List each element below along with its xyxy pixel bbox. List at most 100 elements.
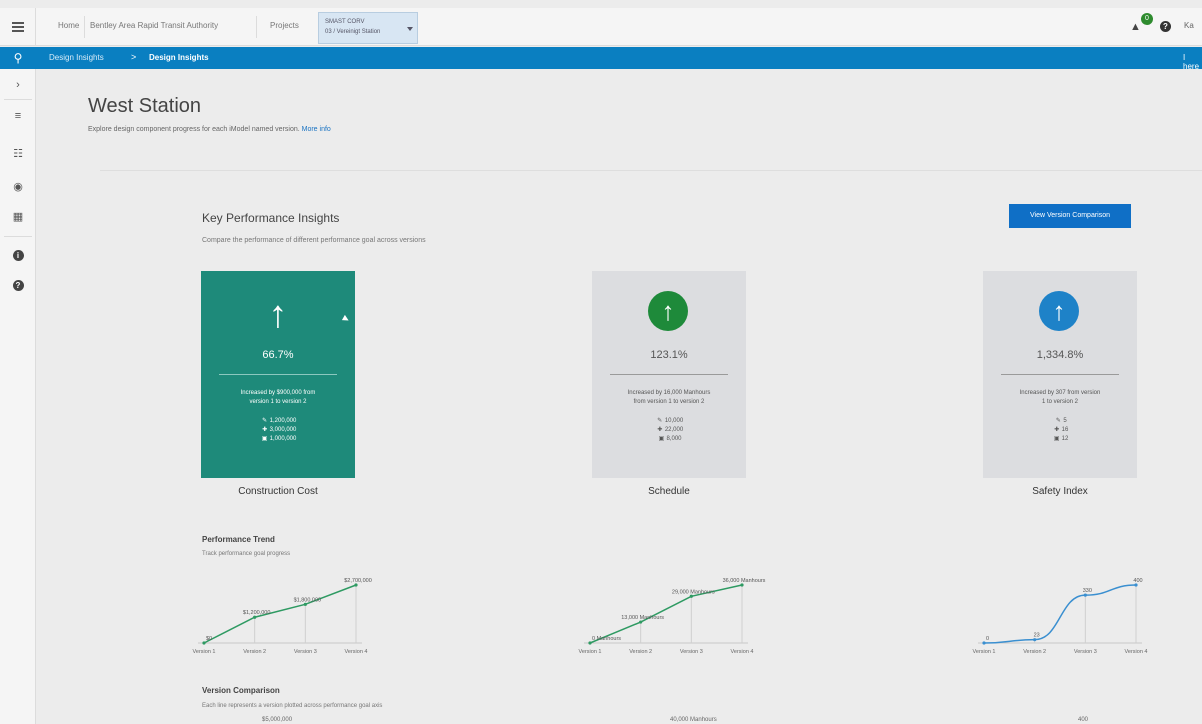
trend-x-tick-label: Version 2 [629,649,652,655]
breadcrumb-root[interactable]: Design Insights [49,53,104,62]
trash-icon: ▣ [658,436,665,442]
table-icon[interactable]: ▦ [0,206,36,226]
rail-divider [4,99,32,100]
trend-x-tick-label: Version 3 [680,649,703,655]
kpi-section-title: Key Performance Insights [202,211,340,225]
arrow-up-icon: ↑ [268,294,288,336]
expand-chevron-icon[interactable]: › [0,75,36,95]
trend-chart-construction-cost: $0 Version 1 $1,200,000 Version 2 $1,800,000… [180,575,380,665]
project-selector[interactable]: SMAST CORV 03 / Vereinigt Station [318,12,418,44]
trend-svg: $0 Version 1 $1,200,000 Version 2 $1,800,000… [193,578,372,655]
trend-svg: 0 Version 1 23 Version 2 330 Version 3 400 Vers… [973,578,1148,655]
trend-series-line [983,584,1137,644]
kpi-card-construction-cost[interactable]: ↑ 66.7% Increased by $900,000 from versi… [201,271,355,478]
kpi-card-label: Safety Index [1032,486,1088,497]
trend-chart-schedule: 0 Manhours Version 1 13,000 Manhours Versio… [566,575,766,665]
trend-point-label: $0 [206,636,212,642]
trend-point-label: 400 [1133,578,1142,584]
info-button[interactable]: i [0,245,36,265]
trend-x-tick-label: Version 4 [345,649,368,655]
trend-point-label: 0 [986,636,989,642]
nav-divider [84,16,85,38]
help-button[interactable]: ? [0,275,36,295]
metric-value: 10,000 [664,418,684,424]
metric-value: 1,200,000 [269,418,297,424]
trend-point-label: 13,000 Manhours [621,615,664,621]
kpi-card-label: Construction Cost [238,486,318,497]
breadcrumb-right-link[interactable]: I here [1183,53,1202,71]
trend-point-label: 0 Manhours [592,636,621,642]
user-name[interactable]: Ka [1184,21,1194,30]
trend-x-tick-label: Version 1 [579,649,602,655]
pencil-icon: ✎ [657,418,663,424]
trend-x-tick-label: Version 4 [1125,649,1148,655]
project-line-1: SMAST CORV [325,19,365,25]
trend-x-tick-label: Version 3 [1074,649,1097,655]
comparison-axis-top: $5,000,000 [262,717,293,723]
card-divider [610,374,728,375]
metric-value: 8,000 [666,436,682,442]
trend-point-label: 23 [1034,633,1040,639]
kpi-change-text: Increased by 307 from version 1 to versi… [997,389,1123,407]
info-icon: i [12,249,24,261]
project-line-2: 03 / Vereinigt Station [325,29,381,35]
metric-value: 12 [1061,436,1069,442]
trend-point-label: $2,700,000 [344,578,372,584]
page-title: West Station [88,95,202,117]
list-icon[interactable]: ≡ [0,106,36,126]
left-rail: › ≡ ☷ ◉ ▦ i ? [0,69,36,724]
kpi-change-line: from version 1 to version 2 [633,399,705,405]
target-icon[interactable]: ◉ [0,176,36,196]
nav-divider [256,16,257,38]
metric-value: 5 [1063,418,1067,424]
metric-value: 16 [1061,427,1069,433]
trend-x-tick-label: Version 1 [973,649,996,655]
nav-home[interactable]: Home [58,21,79,30]
performance-trend-title: Performance Trend [202,535,275,544]
performance-trend-description: Track performance goal progress [202,551,291,557]
kpi-change-line: 1 to version 2 [1041,399,1079,405]
hierarchy-icon[interactable]: ☷ [0,143,36,163]
kpi-card-safety-index[interactable]: ↑ 1,334.8% Increased by 307 from version… [983,271,1137,478]
bell-icon[interactable]: ▲ [1130,21,1141,33]
trend-chart-safety-index: 0 Version 1 23 Version 2 330 Version 3 400 Vers… [960,575,1160,665]
more-info-link[interactable]: More info [302,126,331,133]
kpi-change-line: Increased by 307 from version [1019,390,1101,396]
question-icon: ? [12,279,24,291]
trend-point-label: 36,000 Manhours [723,578,766,584]
question-icon[interactable]: ? [1160,21,1171,32]
kpi-metrics: ✎ 5 ✚ 16 ▣ 12 [983,417,1137,444]
nav-organization[interactable]: Bentley Area Rapid Transit Authority [90,21,218,30]
trend-point-label: $1,800,000 [294,597,322,603]
kpi-percent: 123.1% [650,349,688,361]
plus-icon: ✚ [657,427,663,433]
trend-series-line [203,584,357,644]
comparison-axis-top: 40,000 Manhours [670,717,717,723]
kpi-change-line: Increased by $900,000 from [240,390,316,396]
notification-badge: 0 [1141,13,1153,25]
plus-icon: ✚ [262,427,268,433]
version-comparison-description: Each line represents a version plotted a… [202,703,383,709]
page-description-text: Explore design component progress for ea… [88,126,300,133]
nav-projects[interactable]: Projects [270,21,299,30]
metric-value: 3,000,000 [269,427,297,433]
trend-x-tick-label: Version 2 [1023,649,1046,655]
trend-svg: 0 Manhours Version 1 13,000 Manhours Versio… [579,578,766,655]
trash-icon: ▣ [1053,436,1060,442]
arrow-up-circle-icon: ↑ [1039,291,1079,331]
top-header: Home Bentley Area Rapid Transit Authorit… [0,8,1202,46]
breadcrumb-current: Design Insights [149,53,209,62]
trend-x-tick-label: Version 3 [294,649,317,655]
view-version-comparison-button[interactable]: View Version Comparison [1009,204,1131,228]
kpi-card-schedule[interactable]: ↑ 123.1% Increased by 16,000 Manhours fr… [592,271,746,478]
pencil-icon: ✎ [1055,418,1061,424]
trend-point-label: $1,200,000 [243,610,271,616]
content-divider [100,170,1202,171]
trend-x-tick-label: Version 1 [193,649,216,655]
design-insights-logo-icon[interactable]: ⚲ [0,47,36,69]
comparison-axis-top: 400 [1078,717,1089,723]
kpi-change-text: Increased by 16,000 Manhours from versio… [606,389,732,407]
metric-value: 1,000,000 [269,436,297,442]
menu-button[interactable] [0,8,36,46]
kpi-percent: 66.7% [262,349,294,361]
